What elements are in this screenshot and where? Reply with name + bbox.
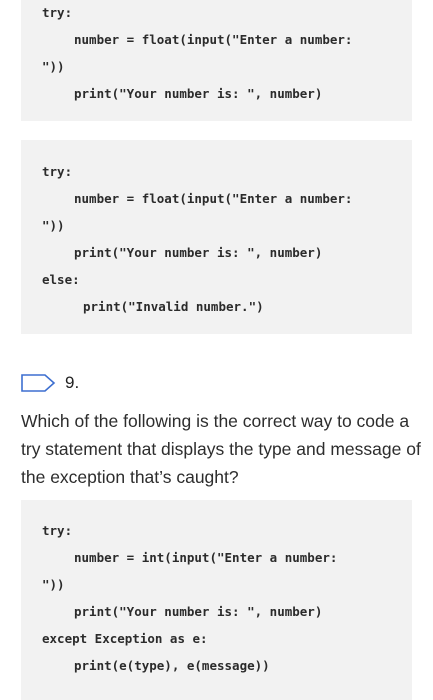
code-line: number = float(input("Enter a number: — [74, 191, 353, 206]
code-line: ")) — [42, 218, 65, 233]
question-text: Which of the following is the correct wa… — [21, 411, 421, 487]
code-line: try: — [42, 164, 73, 179]
code-line: number = int(input("Enter a number: — [74, 550, 338, 565]
question-number: 9. — [65, 373, 80, 392]
code-line: except Exception as e: — [42, 631, 208, 646]
code-line: ")) — [42, 59, 65, 74]
code-line: print("Your number is: ", number) — [74, 604, 323, 619]
code-block-2: try: number = float(input("Enter a numbe… — [21, 140, 412, 334]
code-line: else: — [42, 272, 80, 287]
code-block-1: try: number = float(input("Enter a numbe… — [21, 0, 412, 121]
code-line: print(e(type), e(message)) — [74, 658, 270, 673]
code-line: number = float(input("Enter a number: — [74, 32, 353, 47]
flag-question-icon[interactable] — [21, 374, 56, 392]
code-line: print("Your number is: ", number) — [74, 245, 323, 260]
code-line: try: — [42, 5, 73, 20]
code-line: print("Invalid number.") — [83, 299, 264, 314]
code-block-3: try: number = int(input("Enter a number:… — [21, 500, 412, 700]
code-line: print("Your number is: ", number) — [74, 86, 323, 101]
code-line: try: — [42, 523, 73, 538]
code-line: ")) — [42, 577, 65, 592]
